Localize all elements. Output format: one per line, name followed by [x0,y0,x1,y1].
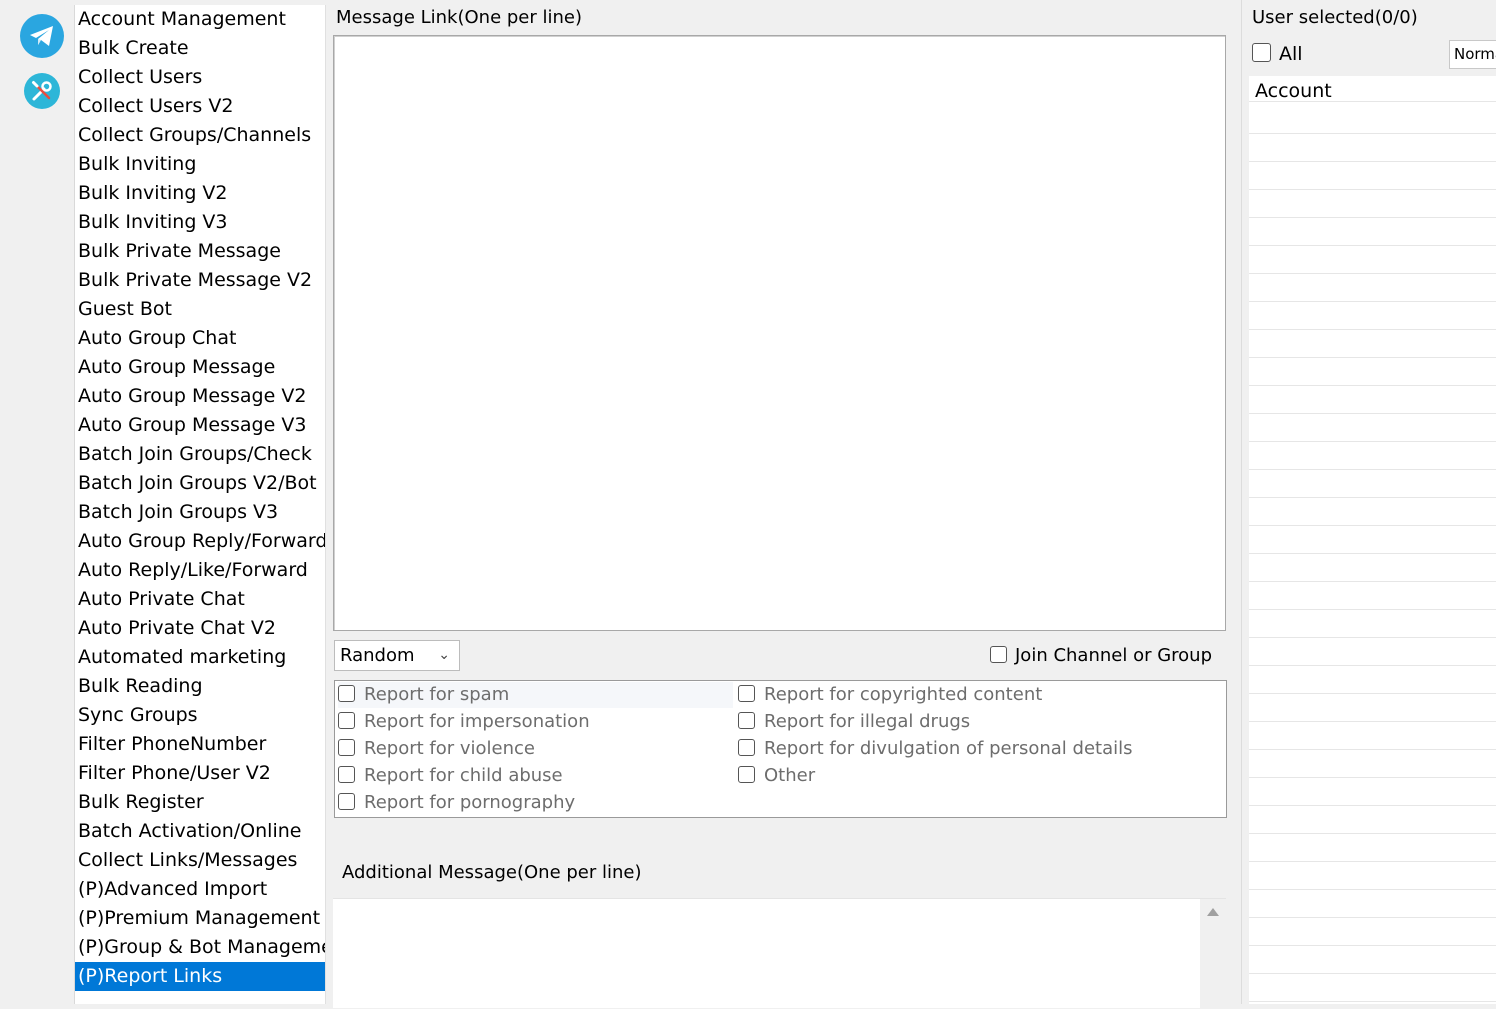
select-all-label: All [1279,43,1303,65]
report-reason-checkbox[interactable] [338,711,355,729]
scroll-up-icon[interactable] [1207,908,1219,916]
report-reason-checkbox[interactable] [338,765,355,783]
user-selection-panel: User selected(0/0) All Normal Account [1242,0,1496,1004]
report-reason-checkbox[interactable] [738,738,755,756]
nav-item[interactable]: (P)Report Links [75,962,325,991]
nav-item[interactable]: Auto Group Reply/Forward [75,527,325,556]
app-icon-bar [0,0,72,1004]
nav-item[interactable]: Auto Group Message V3 [75,411,325,440]
account-filter-select[interactable]: Normal [1449,40,1496,69]
account-column-header: Account [1255,80,1332,102]
report-reason-checkbox[interactable] [338,792,355,810]
nav-item[interactable]: Automated marketing [75,643,325,672]
nav-item[interactable]: Batch Join Groups V3 [75,498,325,527]
nav-item[interactable]: (P)Premium Management [75,904,325,933]
select-all-checkbox[interactable] [1252,43,1271,62]
nav-item[interactable]: (P)Advanced Import [75,875,325,904]
report-reason-label: Report for pornography [364,792,576,813]
nav-item[interactable]: Batch Activation/Online [75,817,325,846]
nav-item[interactable]: Bulk Inviting V2 [75,179,325,208]
mode-select[interactable]: Random ⌄ [334,640,460,671]
telegram-icon[interactable] [20,14,64,58]
join-channel-label: Join Channel or Group [1015,645,1213,666]
additional-message-label: Additional Message(One per line) [342,862,642,883]
report-reason-option[interactable]: Report for spam [338,682,733,708]
nav-item[interactable]: Account Management [75,5,325,34]
nav-item[interactable]: Bulk Reading [75,672,325,701]
report-reason-option[interactable]: Other [738,763,815,789]
report-reason-checkbox[interactable] [338,684,355,702]
nav-item[interactable]: Auto Reply/Like/Forward [75,556,325,585]
report-reason-label: Report for child abuse [364,765,563,786]
join-channel-option[interactable]: Join Channel or Group [990,645,1212,666]
nav-item[interactable]: Collect Users [75,63,325,92]
nav-item[interactable]: Bulk Private Message [75,237,325,266]
nav-item[interactable]: Auto Private Chat V2 [75,614,325,643]
chevron-down-icon: ⌄ [438,647,450,663]
report-reason-option[interactable]: Report for impersonation [338,709,590,735]
join-channel-checkbox[interactable] [990,645,1007,663]
nav-item[interactable]: Sync Groups [75,701,325,730]
nav-item[interactable]: Auto Group Chat [75,324,325,353]
nav-item[interactable]: Auto Private Chat [75,585,325,614]
feature-nav-list: Account Management Bulk Create Collect Use… [74,5,326,1004]
nav-item[interactable]: Collect Users V2 [75,92,325,121]
mode-select-value: Random [340,645,415,666]
nav-item[interactable]: Filter PhoneNumber [75,730,325,759]
nav-item[interactable]: Bulk Inviting [75,150,325,179]
report-reason-option[interactable]: Report for divulgation of personal detai… [738,736,1133,762]
report-reason-label: Report for violence [364,738,535,759]
report-reason-checkbox[interactable] [338,738,355,756]
nav-item[interactable]: Filter Phone/User V2 [75,759,325,788]
nav-item[interactable]: Collect Links/Messages [75,846,325,875]
nav-item[interactable]: Batch Join Groups V2/Bot [75,469,325,498]
report-reason-checkbox[interactable] [738,711,755,729]
nav-item[interactable]: Bulk Inviting V3 [75,208,325,237]
account-grid[interactable]: Account [1249,76,1496,1004]
report-reason-label: Report for spam [364,684,510,705]
user-selected-label: User selected(0/0) [1252,7,1418,28]
report-reason-option[interactable]: Report for illegal drugs [738,709,970,735]
select-all-option[interactable]: All [1252,43,1303,65]
nav-item[interactable]: Guest Bot [75,295,325,324]
report-reason-label: Report for illegal drugs [764,711,971,732]
report-reason-label: Other [764,765,816,786]
message-link-label: Message Link(One per line) [336,7,582,28]
nav-item[interactable]: Auto Group Message V2 [75,382,325,411]
nav-item[interactable]: Bulk Private Message V2 [75,266,325,295]
report-reason-checkbox[interactable] [738,684,755,702]
report-reason-label: Report for divulgation of personal detai… [764,738,1133,759]
nav-item[interactable]: Auto Group Message [75,353,325,382]
report-reason-option[interactable]: Report for copyrighted content [738,682,1042,708]
nav-item[interactable]: Bulk Register [75,788,325,817]
vertical-scrollbar[interactable] [1200,899,1226,1009]
nav-item[interactable]: Batch Join Groups/Check [75,440,325,469]
additional-message-textarea[interactable] [333,898,1226,1009]
report-links-panel: Message Link(One per line) Random ⌄ Join… [332,0,1232,1009]
report-reasons-box: Report for spam Report for impersonation R… [334,680,1227,818]
nav-item[interactable]: (P)Group & Bot Managemer [75,933,325,962]
report-reason-option[interactable]: Report for child abuse [338,763,563,789]
tools-icon[interactable] [24,73,60,109]
message-link-textarea[interactable] [333,35,1226,631]
report-reason-option[interactable]: Report for violence [338,736,535,762]
report-reason-label: Report for impersonation [364,711,590,732]
report-reason-label: Report for copyrighted content [764,684,1043,705]
report-reason-option[interactable]: Report for pornography [338,790,575,816]
nav-item[interactable]: Collect Groups/Channels [75,121,325,150]
nav-item[interactable]: Bulk Create [75,34,325,63]
report-reason-checkbox[interactable] [738,765,755,783]
